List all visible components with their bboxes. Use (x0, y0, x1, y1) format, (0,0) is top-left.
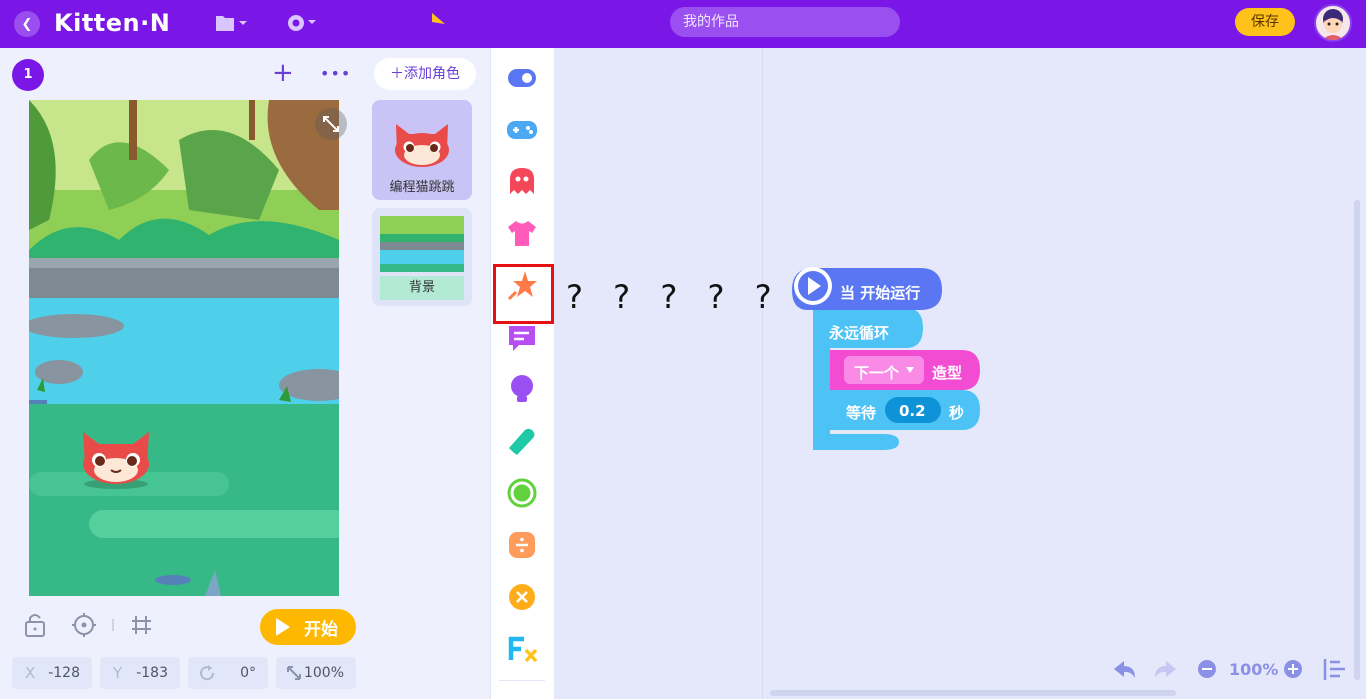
horizontal-scrollbar[interactable] (770, 690, 1176, 696)
gear-icon (288, 15, 316, 31)
divide-operator-icon[interactable] (505, 528, 539, 562)
fullscreen-button[interactable] (315, 108, 347, 140)
resize-arrow-icon (287, 666, 301, 680)
sprite-list: ＋添加角色 编程猫跳跳 背景 (362, 48, 490, 699)
costume-dropdown-value: 下一个 (854, 364, 900, 382)
folder-icon (216, 16, 247, 31)
zoom-in-icon[interactable] (1284, 660, 1302, 678)
redo-icon[interactable] (1155, 661, 1176, 678)
back-button[interactable]: ❮ (14, 11, 40, 37)
add-sprite-button[interactable]: ＋添加角色 (374, 58, 476, 90)
start-run-button[interactable]: 开始 (260, 609, 356, 645)
project-title-field[interactable]: 我的作品 (670, 7, 900, 37)
stage-panel: 1 + ••• 开始 X -128 Y -183 0° 100% (0, 48, 362, 699)
app-logo: Kitten·N (54, 9, 171, 37)
wait-unit-label: 秒 (949, 404, 965, 422)
vertical-scrollbar[interactable] (1354, 200, 1360, 680)
costume-block-label: 造型 (932, 364, 963, 382)
avatar[interactable] (1314, 4, 1352, 42)
sprite-card-cat[interactable]: 编程猫跳跳 (372, 100, 472, 200)
forest-background-image (29, 100, 339, 596)
scene-number-badge[interactable]: 1 (12, 59, 44, 91)
zoom-level-label: 100% (1229, 660, 1279, 679)
event-icon[interactable] (505, 60, 539, 94)
settings-menu-button[interactable] (286, 12, 318, 34)
stage-tool-row (22, 610, 162, 640)
expand-icon (323, 116, 339, 132)
rotation-field[interactable]: 0° (188, 657, 268, 689)
file-menu-button[interactable] (215, 13, 247, 33)
add-scene-button[interactable]: + (272, 60, 294, 86)
pennant-icon (432, 13, 445, 24)
y-coordinate-field[interactable]: Y -183 (100, 657, 180, 689)
sensing-circle-icon[interactable] (505, 476, 539, 510)
grid-icon[interactable] (132, 616, 151, 634)
selected-category-highlight (493, 264, 554, 324)
sprite-card-background[interactable]: 背景 (372, 208, 472, 306)
ghost-action-icon[interactable] (505, 164, 539, 198)
zoom-out-icon[interactable] (1198, 660, 1216, 678)
save-button[interactable]: 保存 (1235, 8, 1295, 36)
flyout-placeholder-text: ? ? ? ? ? (566, 278, 782, 316)
scale-field[interactable]: 100% (276, 657, 356, 689)
loop-block-label: 永远循环 (829, 324, 890, 342)
function-fx-icon[interactable] (505, 632, 539, 666)
chat-icon[interactable] (505, 320, 539, 354)
cat-sprite-image[interactable] (77, 426, 155, 490)
chevron-left-icon: ❮ (21, 16, 33, 32)
undo-icon[interactable] (1114, 661, 1135, 678)
wait-block-label: 等待 (846, 404, 877, 422)
x-coordinate-field[interactable]: X -128 (12, 657, 92, 689)
background-card-label: 背景 (380, 276, 464, 300)
more-options-button[interactable]: ••• (320, 64, 351, 83)
flyout-divider (762, 48, 763, 699)
hat-block-label: 当 开始运行 (840, 284, 921, 302)
top-bar: ❮ Kitten·N 我的作品 保存 (0, 0, 1366, 48)
sprite-card-label: 编程猫跳跳 (389, 180, 455, 195)
control-gamepad-icon[interactable] (505, 112, 539, 146)
category-divider (499, 680, 545, 681)
shirt-appearance-icon[interactable] (505, 216, 539, 250)
block-category-bar (490, 48, 554, 699)
pen-icon[interactable] (505, 424, 539, 458)
background-thumbnail (380, 216, 464, 272)
wait-value: 0.2 (899, 402, 926, 420)
crosshair-icon[interactable] (72, 613, 96, 637)
rotate-icon (200, 665, 215, 681)
bulb-icon[interactable] (505, 372, 539, 406)
lock-icon[interactable] (25, 614, 45, 637)
align-blocks-icon[interactable] (1323, 659, 1345, 680)
user-avatar-icon (1322, 9, 1344, 40)
play-icon (276, 618, 290, 636)
stage-canvas[interactable] (29, 100, 339, 596)
variable-x-icon[interactable] (505, 580, 539, 614)
cat-sprite-thumbnail (395, 124, 449, 167)
